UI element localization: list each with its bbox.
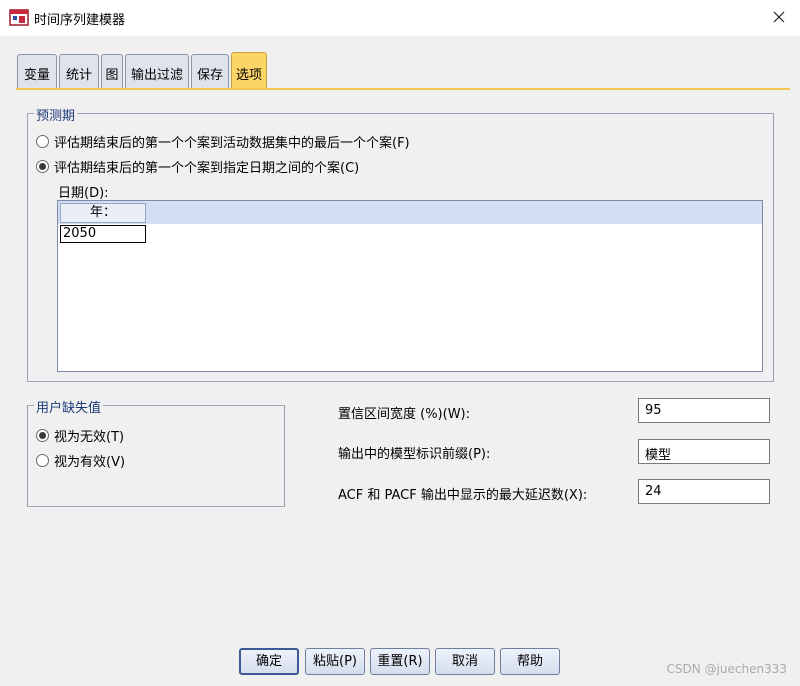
radio-label: 评估期结束后的第一个个案到活动数据集中的最后一个个案(F) <box>54 136 410 151</box>
tab-label: 保存 <box>196 68 223 83</box>
forecast-period-legend: 预测期 <box>34 105 78 124</box>
radio-label: 视为有效(V) <box>54 455 126 470</box>
date-label: 日期(D): <box>58 186 109 201</box>
ci-width-input[interactable]: 95 <box>638 398 770 423</box>
date-grid[interactable]: 年： 2050 <box>57 200 763 372</box>
grid-cell-year[interactable]: 2050 <box>60 225 146 243</box>
model-prefix-label: 输出中的模型标识前缀(P): <box>338 447 491 462</box>
grid-column-header-year: 年： <box>60 203 146 223</box>
missing-option-valid[interactable]: 视为有效(V) <box>36 451 125 470</box>
missing-values-legend: 用户缺失值 <box>34 397 104 416</box>
tab-label: 图 <box>105 68 119 83</box>
tab-plots[interactable]: 图 <box>101 54 123 88</box>
reset-button[interactable]: 重置(R) <box>370 648 430 675</box>
ok-button[interactable]: 确定 <box>239 648 299 675</box>
tab-save[interactable]: 保存 <box>191 54 229 88</box>
tab-label: 输出过滤 <box>130 68 183 83</box>
close-icon[interactable] <box>768 6 790 28</box>
forecast-option-active-dataset[interactable]: 评估期结束后的第一个个案到活动数据集中的最后一个个案(F) <box>36 132 410 151</box>
forecast-option-specified-date[interactable]: 评估期结束后的第一个个案到指定日期之间的个案(C) <box>36 157 359 176</box>
max-lags-input[interactable]: 24 <box>638 479 770 504</box>
tab-label: 变量 <box>23 68 50 83</box>
missing-option-invalid[interactable]: 视为无效(T) <box>36 426 124 445</box>
radio-button[interactable] <box>36 454 49 467</box>
radio-label: 视为无效(T) <box>54 430 125 445</box>
paste-button[interactable]: 粘贴(P) <box>305 648 365 675</box>
tab-statistics[interactable]: 统计 <box>59 54 99 88</box>
title-bar: 时间序列建模器 <box>0 0 800 36</box>
tab-variables[interactable]: 变量 <box>17 54 57 88</box>
window-title: 时间序列建模器 <box>34 13 126 28</box>
tab-output-filter[interactable]: 输出过滤 <box>125 54 189 88</box>
help-button[interactable]: 帮助 <box>500 648 560 675</box>
tab-label: 统计 <box>65 68 92 83</box>
ci-width-label: 置信区间宽度 (%)(W): <box>338 407 471 422</box>
tab-options[interactable]: 选项 <box>231 52 267 89</box>
tab-label: 选项 <box>235 67 262 83</box>
app-icon <box>9 9 29 26</box>
radio-button[interactable] <box>36 135 49 148</box>
radio-button[interactable] <box>36 429 49 442</box>
max-lags-label: ACF 和 PACF 输出中显示的最大延迟数(X): <box>338 488 588 503</box>
grid-header-row <box>58 201 762 224</box>
watermark: CSDN @juechen333 <box>666 662 787 676</box>
radio-button[interactable] <box>36 160 49 173</box>
model-prefix-input[interactable]: 模型 <box>638 439 770 464</box>
radio-label: 评估期结束后的第一个个案到指定日期之间的个案(C) <box>54 161 360 176</box>
cancel-button[interactable]: 取消 <box>435 648 495 675</box>
